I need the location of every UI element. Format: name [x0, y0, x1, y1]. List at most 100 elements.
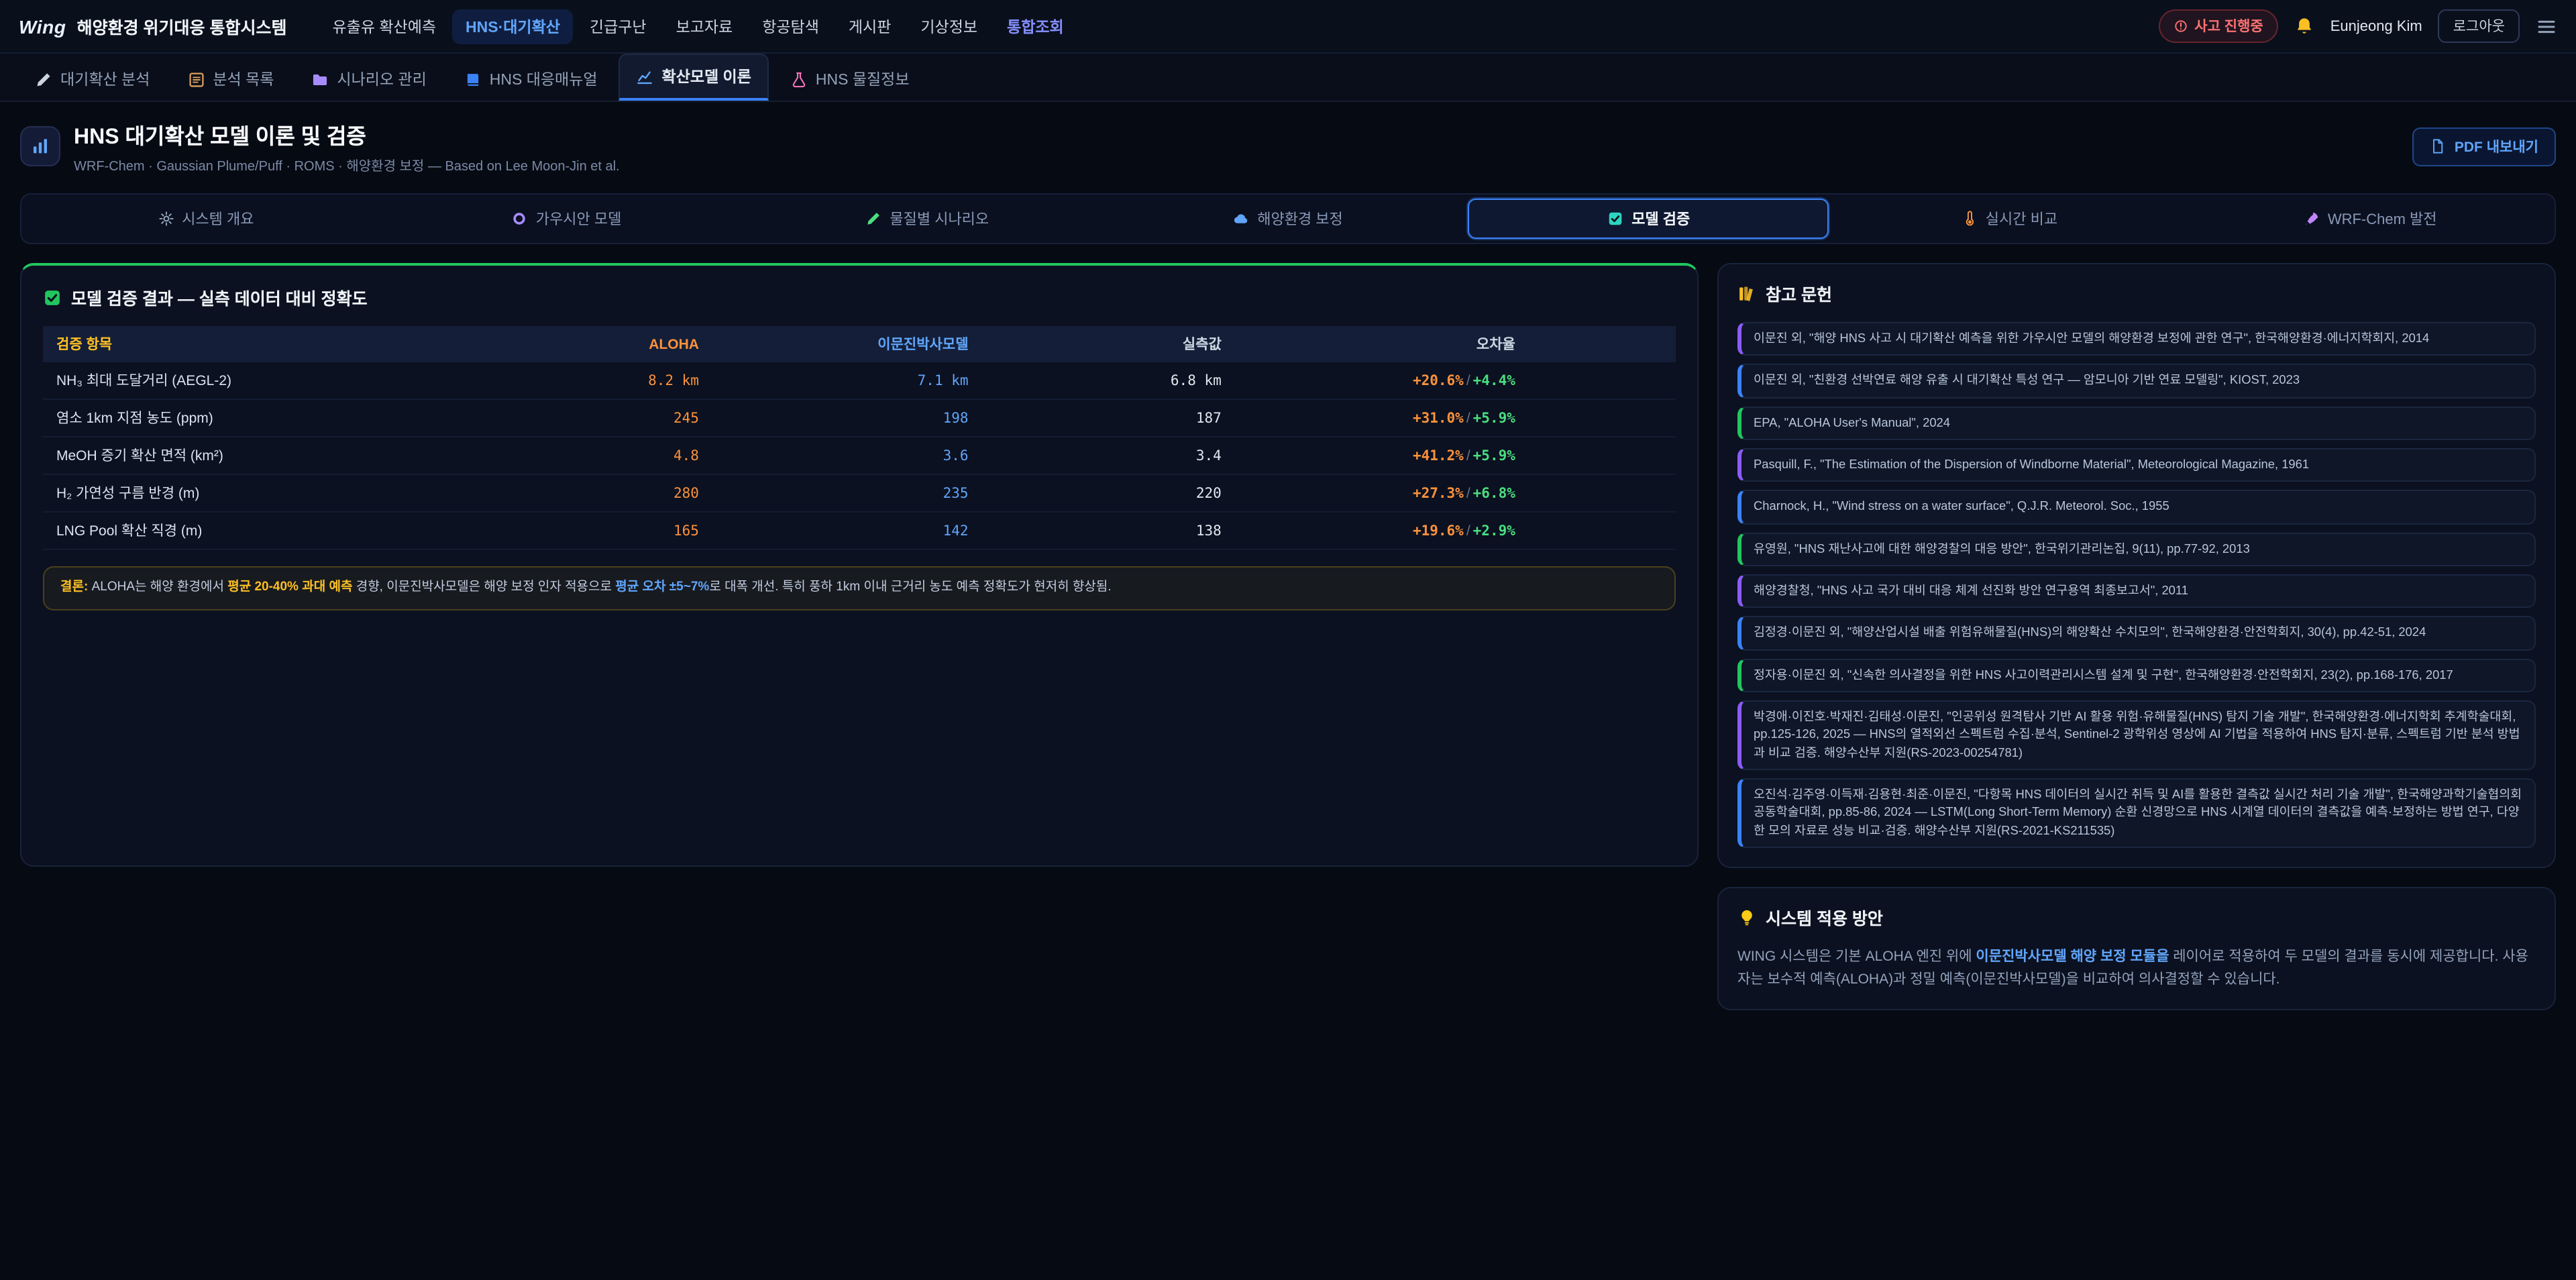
hamburger-menu-icon[interactable]: [2536, 15, 2557, 37]
section-tab-label: WRF-Chem 발전: [2328, 208, 2437, 229]
subnav-item-3[interactable]: HNS 대응매뉴얼: [448, 58, 614, 101]
section-tab-5[interactable]: 실시간 비교: [1829, 199, 2190, 239]
nav-item-1[interactable]: HNS·대기확산: [452, 9, 574, 44]
section-tab-label: 모델 검증: [1631, 208, 1690, 229]
aloha-value-text: 280: [674, 485, 699, 501]
error-separator: /: [1464, 447, 1473, 464]
subnav-item-1[interactable]: 분석 목록: [171, 58, 290, 101]
app-title: 해양환경 위기대응 통합시스템: [77, 13, 287, 39]
nav-item-2[interactable]: 긴급구난: [576, 9, 660, 44]
validation-table: 검증 항목ALOHA이문진박사모델실측값오차율 NH₃ 최대 도달거리 (AEG…: [43, 326, 1676, 550]
cell-item: LNG Pool 확산 직경 (m): [43, 512, 500, 549]
section-tab-label: 실시간 비교: [1986, 208, 2057, 229]
section-tab-0[interactable]: 시스템 개요: [25, 199, 386, 239]
application-panel: 시스템 적용 방안 WING 시스템은 기본 ALOHA 엔진 위에 이문진박사…: [1717, 887, 2556, 1010]
error-rate-cell: +20.6%/+4.4%: [1235, 362, 1529, 399]
cell-item: H₂ 가연성 구름 반경 (m): [43, 474, 500, 512]
reference-item-8: 정자용·이문진 외, "신속한 의사결정을 위한 HNS 사고이력관리시스템 설…: [1737, 659, 2536, 693]
brand[interactable]: Wing 해양환경 위기대응 통합시스템: [19, 13, 287, 39]
references-panel-title: 참고 문헌: [1737, 280, 2536, 306]
subnav-item-label: 확산모델 이론: [662, 66, 751, 87]
nav-item-5[interactable]: 게시판: [835, 9, 905, 44]
page-header-left: HNS 대기확산 모델 이론 및 검증 WRF-Chem · Gaussian …: [20, 118, 620, 174]
lee-error: +4.4%: [1473, 372, 1515, 388]
right-column: 참고 문헌 이문진 외, "해양 HNS 사고 시 대기확산 예측을 위한 가우…: [1717, 263, 2556, 1010]
application-text: WING 시스템은 기본 ALOHA 엔진 위에 이문진박사모델 해양 보정 모…: [1737, 946, 2536, 992]
cell-item: 염소 1km 지점 농도 (ppm): [43, 399, 500, 437]
table-row: 염소 1km 지점 농도 (ppm)245198187+31.0%/+5.9%: [43, 399, 1676, 437]
aloha-error: +20.6%: [1413, 372, 1464, 388]
top-navbar: Wing 해양환경 위기대응 통합시스템 유출유 확산예측HNS·대기확산긴급구…: [0, 0, 2576, 54]
lee-model-value-text: 142: [943, 523, 969, 539]
table-header-1: ALOHA: [500, 326, 712, 362]
alert-icon: [2173, 19, 2188, 34]
section-tab-6[interactable]: WRF-Chem 발전: [2190, 199, 2551, 239]
reference-item-9: 박경애·이진호·박재진·김태성·이문진, "인공위성 원격탐사 기반 AI 활용…: [1737, 700, 2536, 770]
lee-error: +2.9%: [1473, 523, 1515, 539]
lee-model-value: 3.6: [712, 437, 982, 474]
lee-model-value: 235: [712, 474, 982, 512]
aloha-value: 280: [500, 474, 712, 512]
text-segment: 평균 20-40% 과대 예측: [227, 580, 352, 594]
subnav-item-label: HNS 물질정보: [816, 68, 910, 90]
application-title-text: 시스템 적용 방안: [1766, 904, 1883, 930]
logout-button[interactable]: 로그아웃: [2438, 9, 2520, 43]
aloha-value: 245: [500, 399, 712, 437]
checksquare-icon: [1607, 211, 1623, 227]
table-row: LNG Pool 확산 직경 (m)165142138+19.6%/+2.9%: [43, 512, 1676, 549]
reference-item-0: 이문진 외, "해양 HNS 사고 시 대기확산 예측을 위한 가우시안 모델의…: [1737, 322, 2536, 356]
notification-bell-icon[interactable]: [2294, 16, 2314, 36]
aloha-error: +19.6%: [1413, 523, 1464, 539]
section-tab-label: 해양환경 보정: [1257, 208, 1343, 229]
nav-item-0[interactable]: 유출유 확산예측: [319, 9, 450, 44]
cloud-icon: [1233, 211, 1249, 227]
gear-icon: [158, 211, 174, 227]
measured-value: 220: [982, 474, 1235, 512]
table-header-row: 검증 항목ALOHA이문진박사모델실측값오차율: [43, 326, 1676, 362]
error-rate-cell: +27.3%/+6.8%: [1235, 474, 1529, 512]
folder-icon: [311, 70, 329, 88]
table-row: NH₃ 최대 도달거리 (AEGL-2)8.2 km7.1 km6.8 km+2…: [43, 362, 1676, 399]
app-logo: Wing: [19, 15, 66, 37]
subnav-item-2[interactable]: 시나리오 관리: [295, 58, 442, 101]
main-menu: 유출유 확산예측HNS·대기확산긴급구난보고자료항공탐색게시판기상정보통합조회: [319, 9, 2159, 44]
section-tab-2[interactable]: 물질별 시나리오: [747, 199, 1108, 239]
reference-item-3: Pasquill, F., "The Estimation of the Dis…: [1737, 448, 2536, 482]
lee-model-value-text: 7.1 km: [918, 372, 969, 388]
thermo-icon: [1962, 211, 1978, 227]
subnav-item-5[interactable]: HNS 물질정보: [774, 58, 926, 101]
section-tab-1[interactable]: 가우시안 모델: [386, 199, 747, 239]
cell-spacer: [1529, 399, 1676, 437]
subnav-item-4[interactable]: 확산모델 이론: [619, 54, 769, 101]
nav-item-4[interactable]: 항공탐색: [749, 9, 833, 44]
section-tab-4[interactable]: 모델 검증: [1468, 199, 1829, 239]
page-title: HNS 대기확산 모델 이론 및 검증: [74, 118, 620, 150]
sub-navbar: 대기확산 분석 분석 목록 시나리오 관리HNS 대응매뉴얼 확산모델 이론 HNS 물…: [0, 54, 2576, 102]
nav-item-3[interactable]: 보고자료: [663, 9, 747, 44]
application-panel-title: 시스템 적용 방안: [1737, 904, 2536, 930]
measured-value-text: 138: [1196, 523, 1222, 539]
subnav-item-label: 분석 목록: [213, 68, 274, 90]
cell-spacer: [1529, 362, 1676, 399]
cell-spacer: [1529, 474, 1676, 512]
subnav-item-0[interactable]: 대기확산 분석: [19, 58, 166, 101]
references-panel: 참고 문헌 이문진 외, "해양 HNS 사고 시 대기확산 예측을 위한 가우…: [1717, 263, 2556, 868]
measured-value: 187: [982, 399, 1235, 437]
page-header: HNS 대기확산 모델 이론 및 검증 WRF-Chem · Gaussian …: [0, 102, 2576, 188]
measured-value-text: 187: [1196, 410, 1222, 426]
conclusion-note: 결론: ALOHA는 해양 환경에서 평균 20-40% 과대 예측 경향, 이…: [43, 566, 1676, 610]
section-tab-3[interactable]: 해양환경 보정: [1108, 199, 1468, 239]
pdf-export-button[interactable]: PDF 내보내기: [2413, 127, 2556, 166]
nav-item-6[interactable]: 기상정보: [907, 9, 991, 44]
validation-title-text: 모델 검증 결과 — 실측 데이터 대비 정확도: [71, 284, 368, 310]
measured-value: 138: [982, 512, 1235, 549]
section-tabs: 시스템 개요가우시안 모델물질별 시나리오 해양환경 보정 모델 검증 실시간 비교 W…: [20, 193, 2556, 244]
measured-value-text: 220: [1196, 485, 1222, 501]
reference-item-5: 유영원, "HNS 재난사고에 대한 해양경찰의 대응 방안", 한국위기관리논…: [1737, 532, 2536, 566]
check-icon: [43, 288, 62, 307]
measured-value: 6.8 km: [982, 362, 1235, 399]
nav-item-7[interactable]: 통합조회: [994, 9, 1077, 44]
cell-spacer: [1529, 437, 1676, 474]
lightbulb-icon: [1737, 908, 1756, 926]
table-row: MeOH 증기 확산 면적 (km²)4.83.63.4+41.2%/+5.9%: [43, 437, 1676, 474]
